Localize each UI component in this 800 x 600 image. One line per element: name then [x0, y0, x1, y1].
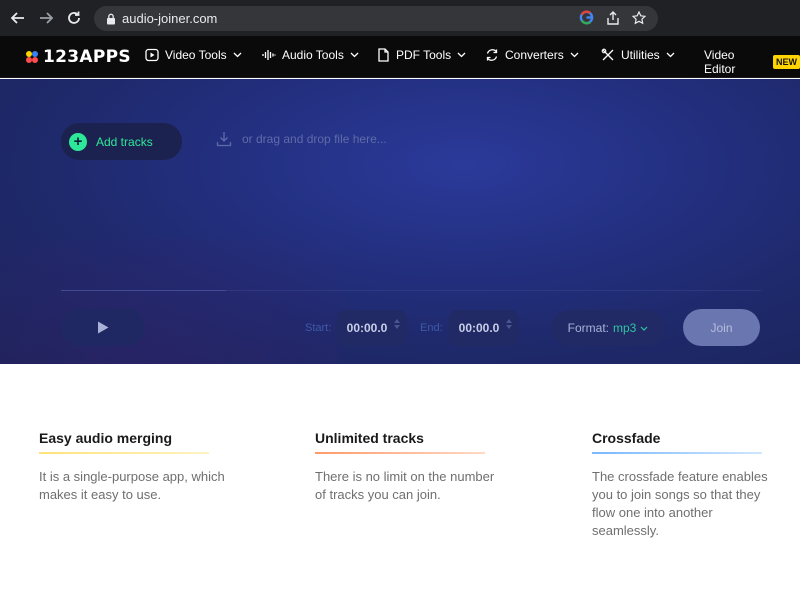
- plus-icon: +: [69, 132, 87, 151]
- drop-hint-text: or drag and drop file here...: [242, 132, 387, 146]
- forward-arrow-icon[interactable]: [36, 8, 56, 28]
- browser-toolbar: audio-joiner.com: [0, 0, 800, 36]
- site-header: 123APPS Video Tools Audio Tools PDF Tool…: [0, 36, 800, 78]
- feature-text: There is no limit on the number of track…: [315, 469, 495, 502]
- audio-wave-icon: [262, 50, 276, 60]
- joiner-panel: + Add tracks or drag and drop file here.…: [0, 79, 800, 364]
- feature-underline: [315, 452, 485, 454]
- nav-label: Utilities: [621, 48, 660, 62]
- nav-video-editor[interactable]: Video Editor NEW: [704, 48, 800, 76]
- nav-converters[interactable]: Converters: [485, 48, 579, 62]
- end-time-input[interactable]: 00:00.0: [449, 310, 519, 346]
- end-time-value: 00:00.0: [458, 321, 500, 335]
- feature-text: It is a single-purpose app, which makes …: [39, 469, 225, 502]
- format-value: mp3: [613, 321, 637, 335]
- add-tracks-label: Add tracks: [96, 134, 153, 149]
- feature-title: Easy audio merging: [39, 430, 173, 446]
- google-icon[interactable]: [579, 10, 594, 30]
- timeline-progress: [61, 290, 226, 291]
- nav-utilities[interactable]: Utilities: [601, 48, 675, 62]
- nav-label: Video Tools: [165, 48, 227, 62]
- address-bar[interactable]: audio-joiner.com: [94, 6, 658, 31]
- chevron-down-icon: [640, 326, 648, 331]
- start-time-stepper[interactable]: [394, 319, 400, 329]
- chevron-down-icon: [666, 52, 675, 58]
- start-time-input[interactable]: 00:00.0: [337, 310, 407, 346]
- start-label: Start:: [305, 322, 332, 334]
- new-badge: NEW: [773, 55, 800, 69]
- chevron-down-icon: [233, 52, 242, 58]
- feature-crossfade: Crossfade The crossfade feature enables …: [592, 430, 782, 540]
- convert-icon: [486, 49, 498, 61]
- reload-icon[interactable]: [64, 8, 84, 28]
- nav-audio-tools[interactable]: Audio Tools: [262, 48, 359, 62]
- feature-easy-merging: Easy audio merging It is a single-purpos…: [39, 430, 229, 504]
- logo[interactable]: 123APPS: [25, 47, 131, 67]
- feature-underline: [592, 452, 762, 454]
- feature-text: The crossfade feature enables you to joi…: [592, 469, 768, 538]
- share-icon[interactable]: [606, 10, 620, 30]
- play-icon: [98, 321, 109, 334]
- url-text: audio-joiner.com: [122, 11, 218, 26]
- feature-unlimited-tracks: Unlimited tracks There is no limit on th…: [315, 430, 505, 504]
- back-arrow-icon[interactable]: [8, 8, 28, 28]
- logo-dots-icon: [26, 51, 38, 63]
- chevron-down-icon: [457, 52, 466, 58]
- download-icon: [216, 132, 232, 147]
- lock-icon[interactable]: [106, 13, 116, 25]
- nav-label: Video Editor: [704, 48, 736, 76]
- logo-text: 123APPS: [43, 47, 131, 67]
- chevron-down-icon: [350, 52, 359, 58]
- format-select[interactable]: Format: mp3: [552, 310, 664, 346]
- start-time-value: 00:00.0: [346, 321, 388, 335]
- tools-icon: [601, 48, 614, 61]
- document-icon: [378, 48, 389, 62]
- join-button[interactable]: Join: [683, 309, 760, 346]
- video-play-icon: [145, 48, 159, 62]
- feature-title: Unlimited tracks: [315, 430, 424, 446]
- play-button[interactable]: [61, 309, 145, 346]
- nav-label: Converters: [505, 48, 564, 62]
- drop-zone[interactable]: or drag and drop file here...: [216, 131, 387, 147]
- nav-label: Audio Tools: [282, 48, 344, 62]
- nav-label: PDF Tools: [396, 48, 452, 62]
- end-label: End:: [420, 322, 443, 334]
- nav-video-tools[interactable]: Video Tools: [145, 48, 242, 62]
- star-icon[interactable]: [631, 10, 647, 30]
- nav-pdf-tools[interactable]: PDF Tools: [377, 48, 466, 62]
- add-tracks-button[interactable]: + Add tracks: [61, 123, 182, 160]
- chevron-down-icon: [570, 52, 579, 58]
- feature-underline: [39, 452, 209, 454]
- format-label: Format:: [567, 321, 609, 335]
- end-time-stepper[interactable]: [506, 319, 512, 329]
- feature-title: Crossfade: [592, 430, 661, 446]
